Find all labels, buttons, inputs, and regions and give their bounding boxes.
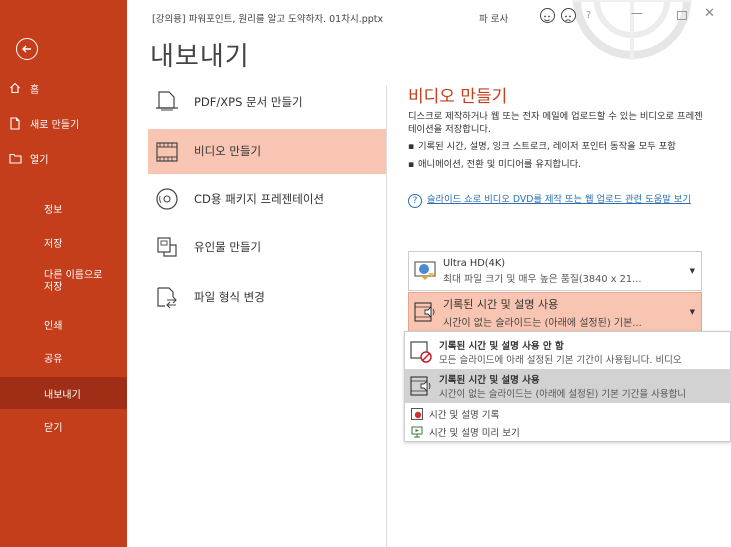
dropdown-title: Ultra HD(4K) — [443, 257, 506, 269]
document-title: [강의용] 파워포인트, 원리를 알고 도약하자. 01차시.pptx — [152, 14, 384, 25]
sidebar: 홈 새로 만들기 열기 정보 저장 다른 이름으로 저장 인쇄 공유 내보내기 … — [0, 0, 127, 547]
help-link[interactable]: 슬라이드 쇼로 비디오 DVD를 제작 또는 웹 업로드 관련 도움말 보기 — [427, 194, 691, 208]
dropdown-title: 기록된 시간 및 설명 사용 — [443, 297, 559, 311]
option-change-file-type[interactable]: 파일 형식 변경 — [148, 279, 386, 315]
handout-icon — [154, 234, 180, 260]
video-speaker-icon — [409, 374, 433, 398]
divider — [386, 86, 387, 547]
sidebar-item-save[interactable]: 저장 — [0, 228, 127, 256]
sidebar-item-label: 홈 — [30, 84, 40, 96]
sidebar-item-home[interactable]: 홈 — [0, 74, 127, 102]
sidebar-item-print[interactable]: 인쇄 — [0, 310, 127, 338]
sidebar-item-close[interactable]: 닫기 — [0, 412, 127, 440]
chevron-down-icon: ▼ — [689, 267, 695, 275]
file-type-icon — [154, 284, 180, 310]
sidebar-item-label: 새로 만들기 — [30, 119, 80, 131]
menu-item-title: 기록된 시간 및 설명 사용 — [439, 375, 540, 386]
menu-item-use-timings[interactable]: 기록된 시간 및 설명 사용 시간이 없는 슬라이드는 (아래에 설정된) 기본… — [405, 369, 731, 403]
timing-menu: 기록된 시간 및 설명 사용 안 함 모든 슬라이드에 아래 설정된 기본 기간… — [404, 331, 731, 442]
dropdown-subtitle: 최대 파일 크기 및 매우 높은 품질(3840 x 21... — [443, 273, 642, 285]
sidebar-item-save-as[interactable]: 다른 이름으로 저장 — [0, 264, 127, 300]
menu-item-title: 시간 및 설명 기록 — [429, 410, 500, 421]
panel-title: 비디오 만들기 — [408, 87, 508, 107]
minimize-button[interactable]: — — [631, 6, 643, 20]
close-window-button[interactable]: ✕ — [704, 6, 715, 21]
panel-description: 디스크로 제작하거나 웹 또는 전자 메일에 업로드할 수 있는 비디오로 프레… — [408, 111, 703, 135]
question-icon: ? — [408, 194, 422, 208]
menu-item-record-timings[interactable]: 시간 및 설명 기록 — [405, 405, 731, 423]
menu-item-subtitle: 시간이 없는 슬라이드는 (아래에 설정된) 기본 기간을 사용합니 — [439, 389, 687, 400]
folder-icon — [8, 151, 22, 165]
option-label: 비디오 만들기 — [194, 144, 262, 158]
preview-icon — [411, 426, 423, 438]
help-button[interactable]: ? — [586, 10, 591, 21]
sidebar-item-new[interactable]: 새로 만들기 — [0, 109, 127, 137]
help-link-row: ? 슬라이드 쇼로 비디오 DVD를 제작 또는 웹 업로드 관련 도움말 보기 — [408, 194, 703, 208]
video-speaker-icon — [413, 300, 437, 324]
option-label: 유인물 만들기 — [194, 239, 262, 254]
home-icon — [8, 81, 22, 95]
option-label: CD용 패키지 프레젠테이션 — [194, 191, 324, 206]
monitor-quality-icon — [413, 259, 437, 283]
menu-item-title: 기록된 시간 및 설명 사용 안 함 — [439, 341, 564, 352]
no-timing-icon — [409, 340, 433, 364]
option-label: 파일 형식 변경 — [194, 289, 265, 304]
decorative-pattern — [572, 0, 692, 60]
menu-item-title: 시간 및 설명 미리 보기 — [429, 428, 520, 439]
page-title: 내보내기 — [150, 42, 250, 72]
video-icon — [154, 139, 180, 165]
user-name[interactable]: 파 로사 — [479, 11, 508, 25]
timing-dropdown[interactable]: 기록된 시간 및 설명 사용 시간이 없는 슬라이드는 (아래에 설정된) 기본… — [408, 292, 702, 332]
smile-feedback-icon[interactable] — [540, 8, 555, 23]
sidebar-item-export[interactable]: 내보내기 — [0, 377, 127, 409]
chevron-down-icon: ▼ — [689, 308, 695, 316]
title-bar: [강의용] 파워포인트, 원리를 알고 도약하자. 01차시.pptx 파 로사… — [127, 0, 731, 60]
menu-item-preview-timings[interactable]: 시간 및 설명 미리 보기 — [405, 423, 731, 441]
feature-list: ▪ 기록된 시간, 설명, 잉크 스트로크, 레이저 포인터 동작을 모두 포함 … — [408, 141, 703, 176]
pdf-document-icon — [154, 89, 180, 115]
new-doc-icon — [8, 116, 22, 130]
sidebar-item-open[interactable]: 열기 — [0, 144, 127, 172]
cd-icon — [154, 186, 180, 212]
back-arrow-icon[interactable] — [16, 38, 38, 60]
option-cd-package[interactable]: CD용 패키지 프레젠테이션 — [148, 178, 386, 220]
sidebar-item-label: 열기 — [30, 154, 49, 166]
menu-item-subtitle: 모든 슬라이드에 아래 설정된 기본 기간이 사용됩니다. 비디오 — [439, 355, 682, 366]
option-video[interactable]: 비디오 만들기 — [148, 129, 386, 174]
option-pdf-xps[interactable]: PDF/XPS 문서 만들기 — [148, 84, 386, 120]
sidebar-item-share[interactable]: 공유 — [0, 343, 127, 371]
frown-feedback-icon[interactable] — [561, 8, 576, 23]
option-handout[interactable]: 유인물 만들기 — [148, 229, 386, 265]
menu-item-no-timings[interactable]: 기록된 시간 및 설명 사용 안 함 모든 슬라이드에 아래 설정된 기본 기간… — [405, 336, 731, 368]
quality-dropdown[interactable]: Ultra HD(4K) 최대 파일 크기 및 매우 높은 품질(3840 x … — [408, 251, 702, 291]
list-item: ▪ 기록된 시간, 설명, 잉크 스트로크, 레이저 포인터 동작을 모두 포함 — [408, 141, 676, 152]
record-icon — [411, 408, 423, 420]
sidebar-item-info[interactable]: 정보 — [0, 194, 127, 222]
option-label: PDF/XPS 문서 만들기 — [194, 94, 303, 109]
maximize-button[interactable] — [677, 11, 687, 20]
dropdown-subtitle: 시간이 없는 슬라이드는 (아래에 설정된) 기본... — [443, 317, 642, 329]
list-item: ▪ 애니메이션, 전환 및 미디어를 유지합니다. — [408, 158, 582, 170]
